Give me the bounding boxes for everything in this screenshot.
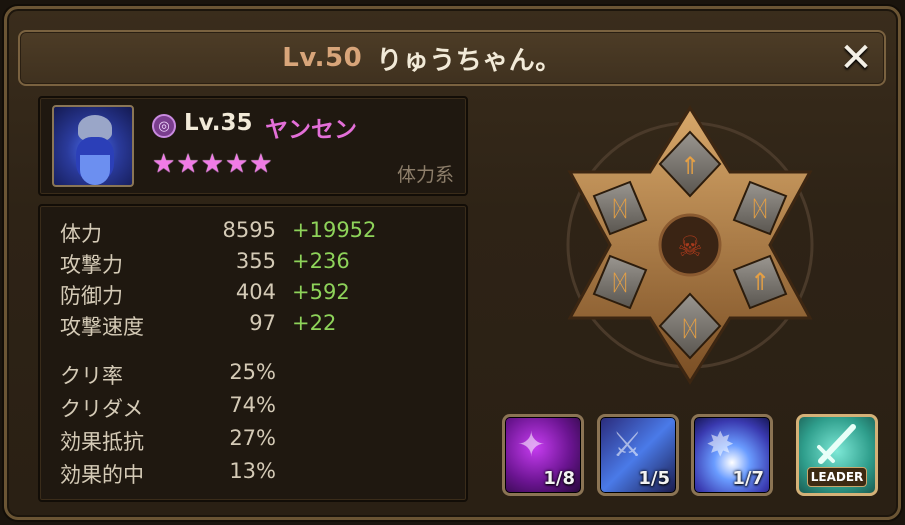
stat-row: 防御力 404 +592 [40, 280, 466, 310]
monster-level: Lv.35 [184, 110, 253, 136]
skill-level: 1/5 [638, 468, 670, 489]
blue-burst-skill-icon: ✸ [706, 425, 735, 465]
stat-row: 体力 8595 +19952 [40, 218, 466, 248]
window-header: Lv.50 りゅうちゃん。 ✕ [18, 30, 886, 86]
skill-level: 1/7 [732, 468, 764, 489]
monster-portrait[interactable] [52, 105, 134, 187]
skill-button-3[interactable]: ✸ 1/7 [691, 414, 773, 496]
close-icon[interactable]: ✕ [839, 35, 873, 81]
svg-text:☠: ☠ [677, 230, 702, 263]
svg-text:⇑: ⇑ [750, 268, 770, 296]
stat-label: 攻撃速度 [60, 315, 144, 339]
rune-slots: ⇑ ᛞ ⇑ ᛞ ᛞ ᛞ ☠ [560, 100, 820, 390]
skill-level: 1/8 [543, 468, 575, 489]
secondary-stat-row: 効果的中 13% [40, 459, 466, 489]
star-icon: ★ [200, 149, 224, 179]
stats-panel: 体力 8595 +19952 攻撃力 355 +236 防御力 404 +592 攻撃速度 97 +2… [38, 204, 468, 502]
svg-text:ᛞ: ᛞ [613, 271, 626, 296]
secondary-stat-label: クリ率 [60, 364, 123, 388]
star-rating: ★ ★ ★ ★ ★ [152, 150, 273, 178]
star-icon: ★ [224, 149, 249, 179]
svg-text:ᛞ: ᛞ [613, 197, 626, 222]
stat-row: 攻撃力 355 +236 [40, 249, 466, 279]
stat-row: 攻撃速度 97 +22 [40, 311, 466, 341]
stat-bonus: +22 [292, 311, 337, 335]
secondary-stat-label: クリダメ [60, 397, 144, 421]
monster-summary: ◎ Lv.35 ヤンセン ★ ★ ★ ★ ★ 体力系 [38, 96, 468, 196]
stat-label: 攻撃力 [60, 253, 123, 277]
svg-text:ᛞ: ᛞ [683, 317, 696, 342]
blue-warrior-skill-icon: ⚔ [612, 425, 643, 465]
player-name: りゅうちゃん。 [376, 45, 562, 76]
monster-name: ヤンセン [265, 117, 357, 143]
stat-base: 355 [235, 249, 276, 273]
stat-base: 97 [249, 311, 276, 335]
secondary-stat-label: 効果的中 [60, 463, 144, 487]
leader-sword-icon [817, 424, 856, 464]
secondary-stat-row: 効果抵抗 27% [40, 426, 466, 456]
secondary-stat-value: 13% [229, 459, 276, 483]
close-button[interactable]: ✕ [834, 35, 878, 81]
star-icon: ★ [176, 149, 200, 179]
player-level: Lv.50 [282, 43, 363, 73]
secondary-stat-row: クリ率 25% [40, 360, 466, 390]
stat-base: 8595 [222, 218, 276, 242]
monster-type: 体力系 [396, 164, 454, 186]
svg-text:⇑: ⇑ [680, 152, 700, 180]
skill-button-2[interactable]: ⚔ 1/5 [597, 414, 679, 496]
stat-label: 体力 [60, 222, 102, 246]
star-icon: ★ [249, 149, 273, 179]
star-icon: ★ [152, 149, 176, 179]
stat-bonus: +19952 [292, 218, 377, 242]
skill-button-1[interactable]: ✦ 1/8 [502, 414, 584, 496]
secondary-stat-value: 74% [229, 393, 276, 417]
svg-text:ᛞ: ᛞ [753, 197, 766, 222]
purple-slash-skill-icon: ✦ [517, 425, 546, 465]
secondary-stat-row: クリダメ 74% [40, 393, 466, 423]
rune-center-emblem: ☠ [658, 213, 722, 277]
secondary-stat-value: 27% [229, 426, 276, 450]
window-title: Lv.50 りゅうちゃん。 [20, 32, 824, 84]
stat-label: 防御力 [60, 284, 123, 308]
stat-bonus: +236 [292, 249, 350, 273]
stat-base: 404 [235, 280, 276, 304]
leader-skill-button[interactable]: LEADER [796, 414, 878, 496]
secondary-stat-value: 25% [229, 360, 276, 384]
stat-bonus: +592 [292, 280, 350, 304]
secondary-stat-label: 効果抵抗 [60, 430, 144, 454]
leader-label: LEADER [807, 467, 867, 487]
dark-element-icon: ◎ [152, 114, 176, 138]
